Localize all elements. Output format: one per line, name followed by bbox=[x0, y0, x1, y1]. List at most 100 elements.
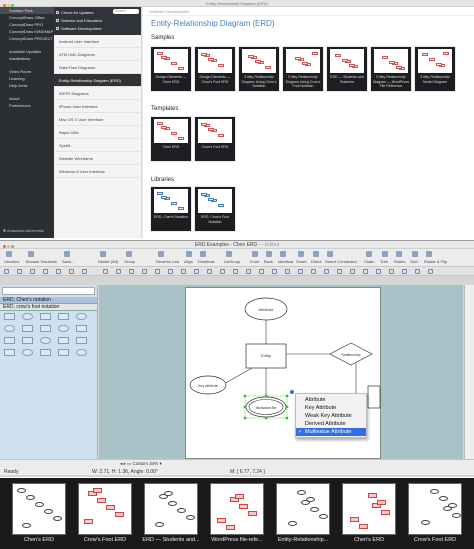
drawing-canvas[interactable]: Attribute Entity Relationship Key attrib… bbox=[99, 285, 463, 459]
zoom-select[interactable]: ◂ ▸ ▭ Custom 34% ▾ bbox=[120, 461, 162, 467]
tool-icon[interactable] bbox=[168, 269, 173, 274]
tool-icon[interactable] bbox=[311, 269, 316, 274]
sidebar-item-conceptdraw-pro[interactable]: ConceptDraw PRO bbox=[0, 21, 54, 28]
toolbar-icon[interactable] bbox=[396, 251, 402, 257]
library-shape[interactable] bbox=[40, 349, 51, 356]
toolbar-button-label[interactable]: Reverse Link bbox=[156, 259, 179, 264]
library-shape[interactable] bbox=[58, 337, 69, 344]
toolbar-button-label[interactable]: UnGroup bbox=[224, 259, 240, 264]
key-attribute-ellipse[interactable]: Key attribute bbox=[189, 375, 227, 395]
toolbar-icon[interactable] bbox=[412, 251, 418, 257]
menu-item[interactable]: Weak Key Attribute bbox=[296, 412, 366, 420]
toolbar-button-label[interactable]: Distribute bbox=[198, 259, 215, 264]
tool-icon[interactable] bbox=[69, 269, 74, 274]
category-item[interactable]: iPhone User Interface bbox=[54, 100, 141, 113]
tool-icon[interactable] bbox=[298, 269, 303, 274]
zoom-icon[interactable] bbox=[11, 245, 14, 248]
sidebar-item-solution-park[interactable]: Solution Park bbox=[0, 7, 54, 14]
filmstrip-thumbnail[interactable]: Crow's Foot ERD bbox=[406, 483, 464, 543]
category-item[interactable]: Android User Interface bbox=[54, 35, 141, 48]
thumbnail-librarie[interactable]: ERD, Chen's Notation bbox=[151, 187, 191, 231]
tool-icon[interactable] bbox=[285, 269, 290, 274]
library-shape[interactable] bbox=[22, 349, 33, 356]
toolbar-icon[interactable] bbox=[28, 251, 34, 257]
thumbnail-sample[interactable]: Design Elements — Chen ERD bbox=[151, 47, 191, 91]
toolbar-button-label[interactable]: Tree bbox=[380, 259, 388, 264]
category-item[interactable]: Mac OS X User Interface bbox=[54, 113, 141, 126]
toolbar-icon[interactable] bbox=[266, 251, 272, 257]
toolbar-icon[interactable] bbox=[200, 251, 206, 257]
sidebar-item-installations[interactable]: Installations bbox=[0, 55, 54, 62]
tool-icon[interactable] bbox=[30, 269, 35, 274]
tool-icon[interactable] bbox=[428, 269, 433, 274]
close-icon[interactable] bbox=[3, 245, 6, 248]
library-shape[interactable] bbox=[4, 349, 15, 356]
library-shape[interactable] bbox=[76, 349, 87, 356]
tool-icon[interactable] bbox=[194, 269, 199, 274]
library-shape[interactable] bbox=[40, 337, 51, 344]
library-shape[interactable] bbox=[40, 325, 51, 332]
library-crowsfoot[interactable]: ERD, crow's foot notation bbox=[0, 304, 97, 311]
toolbar-button-label[interactable]: Back bbox=[264, 259, 273, 264]
multivalue-attribute-ellipse[interactable]: Multivalue Attr bbox=[243, 390, 294, 420]
library-shape[interactable] bbox=[76, 313, 87, 320]
category-item[interactable]: ATM UML Diagrams bbox=[54, 48, 141, 61]
tool-icon[interactable] bbox=[350, 269, 355, 274]
toolbar-button-label[interactable]: Group bbox=[124, 259, 135, 264]
tool-icon[interactable] bbox=[181, 269, 186, 274]
thumbnail-sample[interactable]: Entity-Relationship Diagram — WordPress … bbox=[371, 47, 411, 91]
sidebar-item-learning[interactable]: Learning bbox=[0, 75, 54, 82]
sidebar-item-video-room[interactable]: Video Room bbox=[0, 68, 54, 75]
sidebar-item-help-desk[interactable]: Help Desk bbox=[0, 82, 54, 89]
thumbnail-template[interactable]: Crow's Foot ERD bbox=[195, 117, 235, 161]
partial-entity-rect[interactable] bbox=[367, 385, 381, 409]
sidebar-item-conceptdraw-mindmap[interactable]: ConceptDraw MINDMAP bbox=[0, 28, 54, 35]
menu-item[interactable]: Attribute bbox=[296, 396, 366, 404]
category-item[interactable]: IDEF0 Diagrams bbox=[54, 87, 141, 100]
toolbar-icon[interactable] bbox=[327, 251, 333, 257]
filter-science[interactable]: Science and Education bbox=[56, 17, 139, 25]
filmstrip-thumbnail[interactable]: Chen's ERD bbox=[340, 483, 398, 543]
category-item[interactable]: SysML bbox=[54, 139, 141, 152]
tool-icon[interactable] bbox=[376, 269, 381, 274]
tool-icon[interactable] bbox=[207, 269, 212, 274]
menu-item[interactable]: Derived Attribute bbox=[296, 420, 366, 428]
vertical-scrollbar[interactable] bbox=[464, 285, 474, 459]
library-shape[interactable] bbox=[22, 325, 33, 332]
library-shape[interactable] bbox=[76, 325, 87, 332]
tool-icon[interactable] bbox=[103, 269, 108, 274]
tool-icon[interactable] bbox=[155, 269, 160, 274]
tool-icon[interactable] bbox=[43, 269, 48, 274]
toolbar-button-label[interactable]: Select Connected bbox=[325, 259, 357, 264]
toolbar-button-label[interactable]: Rulers bbox=[394, 259, 406, 264]
filter-software[interactable]: Software Development bbox=[56, 25, 139, 33]
category-item[interactable]: Data Flow Diagrams bbox=[54, 61, 141, 74]
tool-icon[interactable] bbox=[17, 269, 22, 274]
library-shape[interactable] bbox=[58, 313, 69, 320]
toolbar-button-label[interactable]: Rotate & Flip bbox=[424, 259, 447, 264]
tool-icon[interactable] bbox=[363, 269, 368, 274]
filmstrip-thumbnail[interactable]: ERD — Students and... bbox=[142, 483, 200, 543]
tool-icon[interactable] bbox=[4, 269, 9, 274]
tool-icon[interactable] bbox=[82, 269, 87, 274]
thumbnail-template[interactable]: Chen ERD bbox=[151, 117, 191, 161]
tool-icon[interactable] bbox=[389, 269, 394, 274]
thumbnail-sample[interactable]: ERD — Students and Teachers bbox=[327, 47, 367, 91]
library-shape[interactable] bbox=[58, 349, 69, 356]
category-item[interactable]: Entity-Relationship Diagram (ERD) bbox=[54, 74, 141, 87]
library-shape[interactable] bbox=[22, 313, 33, 320]
sidebar-item-conceptdraw-office[interactable]: ConceptDraw Office bbox=[0, 14, 54, 21]
tool-icon[interactable] bbox=[246, 269, 251, 274]
category-item[interactable]: Rapid UML bbox=[54, 126, 141, 139]
toolbar-button-label[interactable]: Libraries bbox=[4, 259, 19, 264]
toolbar-button-label[interactable]: Front bbox=[250, 259, 259, 264]
account-label[interactable]: Anastasia Alexeenko bbox=[3, 228, 44, 233]
tool-icon[interactable] bbox=[56, 269, 61, 274]
attribute-ellipse[interactable]: Attribute bbox=[244, 297, 288, 321]
entity-rect[interactable]: Entity bbox=[245, 343, 287, 369]
menu-trigger-icon[interactable] bbox=[290, 390, 294, 394]
tool-icon[interactable] bbox=[220, 269, 225, 274]
tool-icon[interactable] bbox=[233, 269, 238, 274]
tool-icon[interactable] bbox=[337, 269, 342, 274]
toolbar-button-label[interactable]: Identical bbox=[278, 259, 293, 264]
